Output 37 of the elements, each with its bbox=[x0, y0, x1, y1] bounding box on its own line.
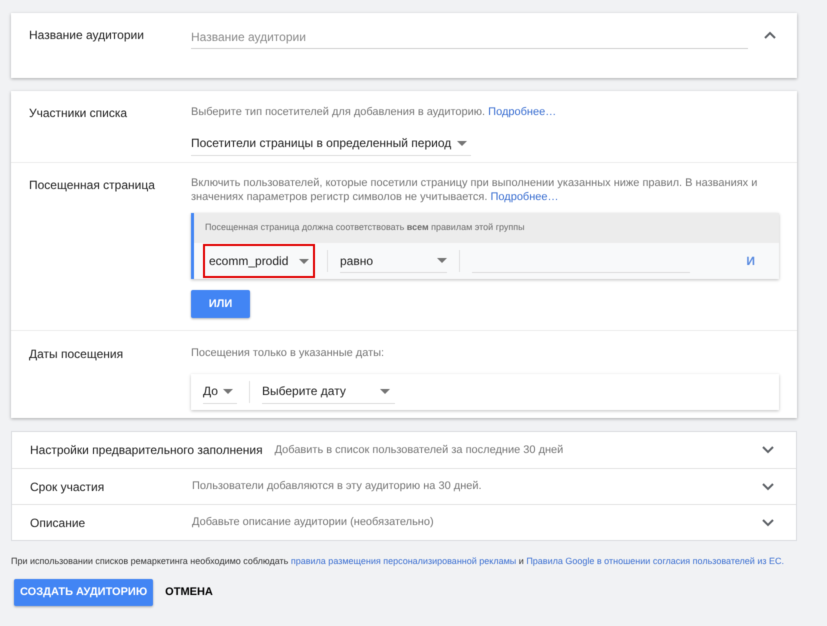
dropdown-caret-icon bbox=[457, 140, 468, 146]
section-label: Название аудитории bbox=[29, 27, 145, 44]
section-label: Посещенная страница bbox=[29, 177, 156, 194]
date-dropdown[interactable]: Выберите дату bbox=[262, 380, 395, 404]
section-label: Настройки предварительного заполнения bbox=[30, 442, 264, 459]
dropdown-caret-icon bbox=[299, 258, 309, 264]
dropdown-caret-icon bbox=[380, 388, 390, 394]
rule-group-header: Посещенная страница должна соответствовать всем правилам этой группы bbox=[205, 221, 525, 234]
section-label: Описание bbox=[30, 514, 86, 532]
section-description: Включить пользователей, которые посетили страницу при выполнении указанных ниже правил. В названиях и значениях параметров регистр символов не учитывается. Подробнее… bbox=[191, 176, 758, 204]
section-summary: Добавить в список пользователей за последние 30 дней bbox=[274, 442, 564, 458]
chevron-down-icon[interactable] bbox=[762, 518, 774, 526]
dropdown-caret-icon bbox=[222, 388, 233, 394]
section-description: Посещения только в указанные даты: bbox=[191, 346, 386, 361]
dropdown-caret-icon bbox=[437, 258, 447, 263]
learn-more-link[interactable]: Подробнее… bbox=[490, 191, 559, 203]
range-dropdown[interactable]: До bbox=[203, 380, 237, 404]
section-label: Даты посещения bbox=[29, 346, 124, 363]
or-button[interactable]: ИЛИ bbox=[191, 290, 250, 318]
create-audience-button[interactable]: СОЗДАТЬ АУДИТОРИЮ bbox=[14, 579, 154, 606]
visitor-type-dropdown[interactable]: Посетители страницы в определенный период bbox=[191, 132, 471, 156]
policy-notice: При использовании списков ремаркетинга необходимо соблюдать правила размещения персонализированной рекламы и Правила Google в отношении согласия пользователей из ЕС. bbox=[11, 555, 785, 567]
chevron-up-icon[interactable] bbox=[764, 31, 776, 39]
consent-policy-link[interactable]: Правила Google в отношении согласия пользователей из ЕС. bbox=[526, 556, 784, 566]
cancel-button[interactable]: ОТМЕНА bbox=[165, 579, 213, 606]
learn-more-link[interactable]: Подробнее… bbox=[488, 106, 556, 118]
section-label: Участники списка bbox=[29, 105, 128, 122]
section-label: Срок участия bbox=[30, 478, 106, 496]
section-summary: Пользователи добавляются в эту аудиторию на 30 дней. bbox=[192, 479, 482, 494]
section-summary: Добавьте описание аудитории (необязательно) bbox=[192, 515, 434, 530]
chevron-down-icon[interactable] bbox=[762, 482, 774, 490]
ads-policy-link[interactable]: правила размещения персонализированной рекламы bbox=[290, 556, 516, 566]
chevron-down-icon[interactable] bbox=[762, 446, 774, 454]
parameter-dropdown[interactable]: ecomm_prodid bbox=[203, 244, 315, 278]
operator-dropdown[interactable]: равно bbox=[340, 249, 447, 273]
section-description: Выберите тип посетителей для добавления в аудиторию. Подробнее… bbox=[191, 105, 556, 120]
audience-name-panel[interactable]: Название аудитории Название аудитории bbox=[11, 13, 797, 78]
